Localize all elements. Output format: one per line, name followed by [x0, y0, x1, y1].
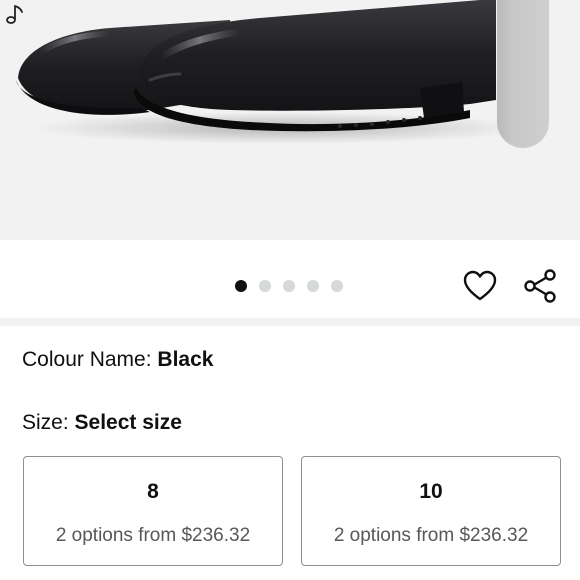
product-page: Colour Name: Black Size: Select size 8 2…	[0, 0, 580, 580]
carousel-dot[interactable]	[235, 280, 247, 292]
carousel-dot[interactable]	[259, 280, 271, 292]
size-value: Select size	[74, 411, 182, 434]
boots-illustration	[16, 0, 530, 144]
music-note-icon[interactable]	[0, 0, 28, 28]
colour-value: Black	[157, 348, 214, 371]
carousel-dot[interactable]	[331, 280, 343, 292]
media-side-tab[interactable]	[497, 0, 549, 148]
carousel-dot[interactable]	[307, 280, 319, 292]
carousel-indicator[interactable]	[235, 280, 343, 292]
heart-icon[interactable]	[462, 268, 498, 304]
carousel-dot[interactable]	[283, 280, 295, 292]
product-image[interactable]	[0, 0, 580, 240]
share-icon[interactable]	[522, 268, 558, 304]
size-option-detail: 2 options from $236.32	[55, 525, 251, 546]
colour-selection: Colour Name: Black	[22, 346, 213, 374]
size-option-detail: 2 options from $236.32	[333, 525, 529, 546]
size-option-number: 8	[147, 480, 159, 503]
section-divider	[0, 318, 580, 326]
colour-label: Colour Name:	[22, 348, 152, 371]
size-option-number: 10	[419, 480, 443, 503]
size-option-10[interactable]: 10 2 options from $236.32	[301, 456, 561, 566]
size-selection: Size: Select size	[22, 409, 182, 437]
size-option-8[interactable]: 8 2 options from $236.32	[23, 456, 283, 566]
size-label: Size:	[22, 411, 69, 434]
